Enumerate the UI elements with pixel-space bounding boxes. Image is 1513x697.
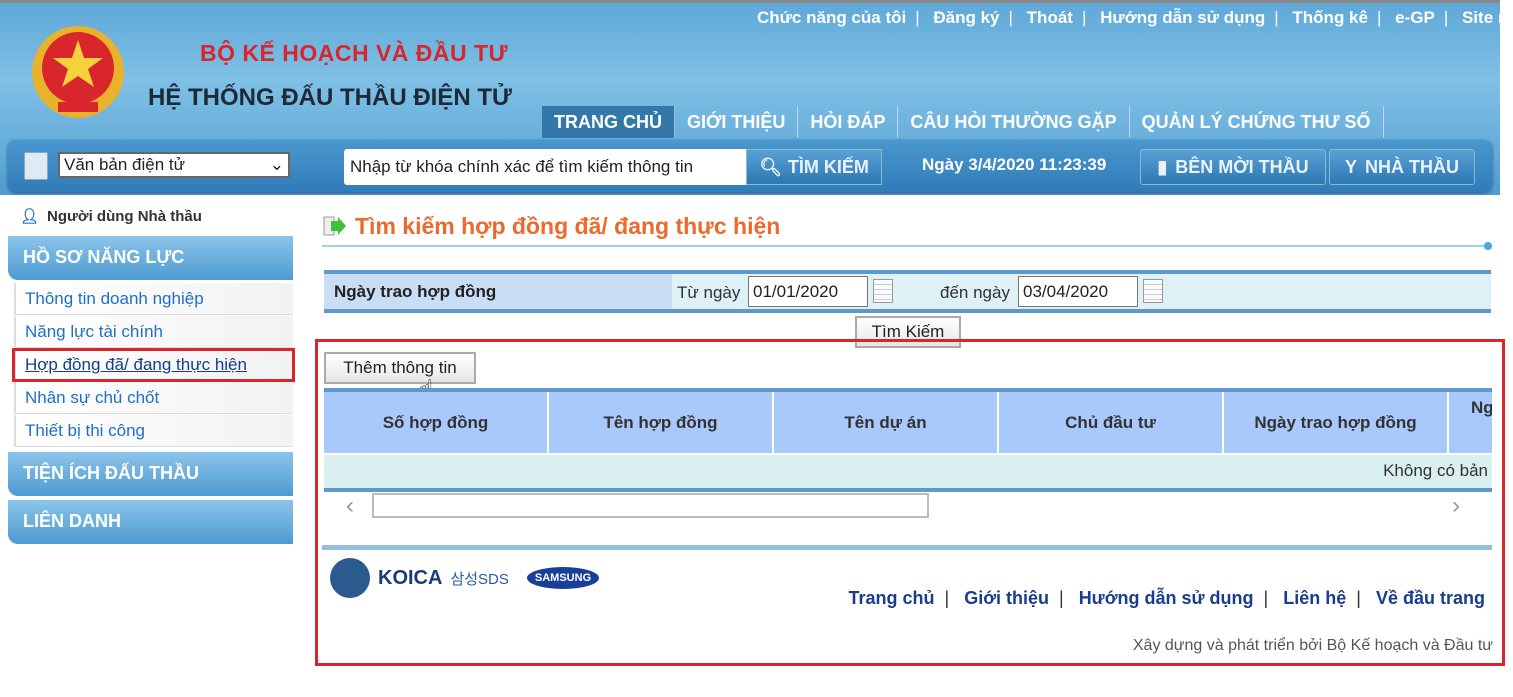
system-name: HỆ THỐNG ĐẤU THẦU ĐIỆN TỬ xyxy=(148,84,512,111)
samsung-logo: SAMSUNG xyxy=(526,567,600,589)
top-link-guide[interactable]: Hướng dẫn sử dụng xyxy=(1100,8,1265,27)
nav-qa[interactable]: HỎI ĐÁP xyxy=(798,106,899,138)
search-input[interactable]: Nhập từ khóa chính xác để tìm kiếm thông… xyxy=(344,149,746,185)
column-project-name[interactable]: Tên dự án xyxy=(774,392,999,453)
filter-label: Ngày trao hợp đồng xyxy=(324,274,672,309)
top-link-egp[interactable]: e-GP xyxy=(1395,8,1435,27)
footer-link-about[interactable]: Giới thiệu xyxy=(964,588,1049,608)
horizontal-scrollbar[interactable] xyxy=(372,493,929,518)
chevron-down-icon: ⌄ xyxy=(269,155,284,174)
nav-faq[interactable]: CÂU HỎI THƯỜNG GẶP xyxy=(898,106,1130,138)
sidebar-item-equipment[interactable]: Thiết bị thi công xyxy=(14,415,293,447)
title-divider-dot xyxy=(1484,242,1492,250)
search-button[interactable]: 🔍︎ TÌM KIẾM xyxy=(746,149,882,185)
table-header: Số hợp đồng Tên hợp đồng Tên dự án Chủ đ… xyxy=(324,392,1492,453)
partner-logos: KOICA 삼성SDS SAMSUNG xyxy=(330,558,600,598)
procuring-entity-button[interactable]: ▮ BÊN MỜI THẦU xyxy=(1140,149,1326,185)
top-link-stats[interactable]: Thống kê xyxy=(1292,8,1368,27)
footer-link-home[interactable]: Trang chủ xyxy=(848,588,934,608)
search-icon: 🔍︎ xyxy=(759,156,782,177)
page-title: Tìm kiếm hợp đồng đã/ đang thực hiện xyxy=(355,213,781,239)
document-type-value: Văn bản điện tử xyxy=(64,155,186,174)
column-investor[interactable]: Chủ đầu tư xyxy=(999,392,1224,453)
sidebar-section-joint-venture[interactable]: LIÊN DANH xyxy=(8,500,293,544)
sprout-icon: Y xyxy=(1344,156,1357,177)
empty-row: Không có bản xyxy=(324,455,1492,488)
main-nav: TRANG CHỦ GIỚI THIỆU HỎI ĐÁP CÂU HỎI THƯ… xyxy=(542,106,1384,138)
nav-home[interactable]: TRANG CHỦ xyxy=(542,106,675,138)
top-link-logout[interactable]: Thoát xyxy=(1027,8,1073,27)
sidebar-section-capability[interactable]: HỒ SƠ NĂNG LỰC xyxy=(8,236,293,280)
sidebar-item-company-info[interactable]: Thông tin doanh nghiệp xyxy=(14,283,293,315)
national-emblem-logo xyxy=(32,26,124,118)
top-link-my-functions[interactable]: Chức năng của tôi xyxy=(757,8,906,27)
ministry-name: BỘ KẾ HOẠCH VÀ ĐẦU TƯ xyxy=(200,40,509,66)
user-info: 👤︎ Người dùng Nhà thầu xyxy=(20,207,202,226)
search-button-label: TÌM KIẾM xyxy=(787,156,869,177)
to-date-input[interactable]: 03/04/2020 xyxy=(1018,276,1138,307)
arrow-right-icon xyxy=(323,216,346,236)
footer-links: Trang chủ | Giới thiệu | Hướng dẫn sử dụng… xyxy=(848,588,1485,608)
nav-about[interactable]: GIỚI THIỆU xyxy=(675,106,799,138)
footer-link-guide[interactable]: Hướng dẫn sử dụng xyxy=(1079,588,1254,608)
footer-credit: Xây dựng và phát triển bởi Bộ Kế hoạch v… xyxy=(1132,637,1493,654)
contractor-label: NHÀ THẦU xyxy=(1365,156,1459,177)
current-datetime: Ngày 3/4/2020 11:23:39 xyxy=(922,155,1107,174)
column-award-date[interactable]: Ngày trao hợp đồng xyxy=(1224,392,1449,453)
document-icon xyxy=(24,152,48,180)
add-info-button[interactable]: Thêm thông tin xyxy=(324,352,476,384)
column-contract-number[interactable]: Số hợp đồng xyxy=(324,392,549,453)
mpi-logo xyxy=(330,558,370,598)
scroll-left-icon[interactable]: ‹ xyxy=(346,492,354,520)
document-type-select[interactable]: Văn bản điện tử ⌄ xyxy=(58,152,290,178)
koica-logo: KOICA xyxy=(378,566,443,589)
samsung-sds-logo: 삼성SDS xyxy=(450,570,509,588)
column-next[interactable]: Ng xyxy=(1449,392,1492,453)
highlight-box-sidebar xyxy=(12,348,295,382)
top-link-sitemap[interactable]: Site m xyxy=(1462,8,1513,27)
footer-link-contact[interactable]: Liên hệ xyxy=(1283,588,1346,608)
contracts-table: Số hợp đồng Tên hợp đồng Tên dự án Chủ đ… xyxy=(324,388,1492,492)
from-date-label: Từ ngày xyxy=(677,283,741,302)
column-contract-name[interactable]: Tên hợp đồng xyxy=(549,392,774,453)
user-icon: 👤︎ xyxy=(20,208,40,225)
contractor-button[interactable]: Y NHÀ THẦU xyxy=(1329,149,1475,185)
calendar-icon[interactable] xyxy=(1143,279,1163,303)
book-icon: ▮ xyxy=(1157,156,1168,177)
procuring-entity-label: BÊN MỜI THẦU xyxy=(1175,156,1309,177)
footer-link-top[interactable]: Về đầu trang xyxy=(1376,588,1485,608)
scroll-right-icon[interactable]: › xyxy=(1452,492,1460,520)
user-role: Người dùng Nhà thầu xyxy=(47,207,202,225)
sidebar-section-utilities[interactable]: TIỆN ÍCH ĐẤU THẦU xyxy=(8,452,293,496)
nav-certificates[interactable]: QUẢN LÝ CHỨNG THƯ SỐ xyxy=(1130,106,1384,138)
sidebar-item-financial[interactable]: Năng lực tài chính xyxy=(14,316,293,348)
calendar-icon[interactable] xyxy=(873,279,893,303)
sidebar-item-key-personnel[interactable]: Nhân sự chủ chốt xyxy=(14,382,293,414)
from-date-input[interactable]: 01/01/2020 xyxy=(748,276,868,307)
to-date-label: đến ngày xyxy=(940,283,1010,302)
top-link-register[interactable]: Đăng ký xyxy=(933,8,999,27)
title-divider xyxy=(322,245,1488,247)
top-links: Chức năng của tôi | Đăng ký | Thoát | Hướng… xyxy=(756,8,1513,27)
footer-divider xyxy=(322,545,1492,550)
